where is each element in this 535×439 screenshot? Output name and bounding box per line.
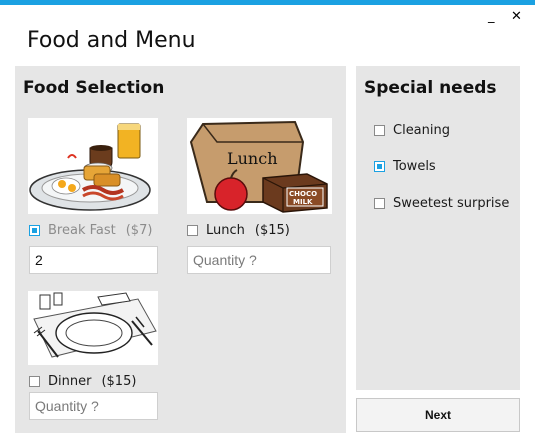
special-needs-panel: Special needs Cleaning Towels Sweetest s… [356, 66, 520, 390]
dinner-image [28, 291, 158, 365]
dinner-option[interactable]: Dinner ($15) [29, 374, 136, 389]
lunch-label: Lunch [206, 223, 245, 238]
cleaning-option[interactable]: Cleaning [374, 123, 450, 138]
food-selection-panel: Food Selection Lunch CHOCO MILK Break Fa… [15, 66, 346, 433]
lunch-bag-text: Lunch [227, 149, 278, 168]
towels-label: Towels [393, 159, 436, 174]
breakfast-quantity-input[interactable] [29, 246, 158, 274]
cleaning-label: Cleaning [393, 123, 450, 138]
page-title: Food and Menu [27, 28, 196, 53]
dinner-label: Dinner [48, 374, 92, 389]
breakfast-label: Break Fast [48, 223, 116, 238]
sweetest-surprise-label: Sweetest surprise [393, 196, 510, 211]
choco-milk-text-2: MILK [293, 198, 313, 206]
sweetest-surprise-checkbox[interactable] [374, 198, 385, 209]
breakfast-option[interactable]: Break Fast ($7) [29, 223, 152, 238]
lunch-checkbox[interactable] [187, 225, 198, 236]
breakfast-checkbox[interactable] [29, 225, 40, 236]
cleaning-checkbox[interactable] [374, 125, 385, 136]
minimize-button[interactable]: _ [488, 9, 495, 24]
dinner-quantity-input[interactable] [29, 392, 158, 420]
choco-milk-text: CHOCO [289, 190, 317, 198]
lunch-image: Lunch CHOCO MILK [187, 118, 332, 214]
sweetest-surprise-option[interactable]: Sweetest surprise [374, 196, 509, 211]
close-button[interactable]: ✕ [511, 9, 522, 24]
lunch-option[interactable]: Lunch ($15) [187, 223, 290, 238]
breakfast-price: ($7) [125, 223, 153, 238]
lunch-price: ($15) [254, 223, 290, 238]
food-selection-heading: Food Selection [23, 78, 165, 98]
special-needs-heading: Special needs [364, 78, 497, 98]
towels-option[interactable]: Towels [374, 159, 436, 174]
towels-checkbox[interactable] [374, 161, 385, 172]
lunch-quantity-input[interactable] [187, 246, 331, 274]
dinner-checkbox[interactable] [29, 376, 40, 387]
dinner-price: ($15) [101, 374, 137, 389]
breakfast-image [28, 118, 158, 214]
window-accent-bar [0, 0, 535, 5]
next-button[interactable]: Next [356, 398, 520, 432]
